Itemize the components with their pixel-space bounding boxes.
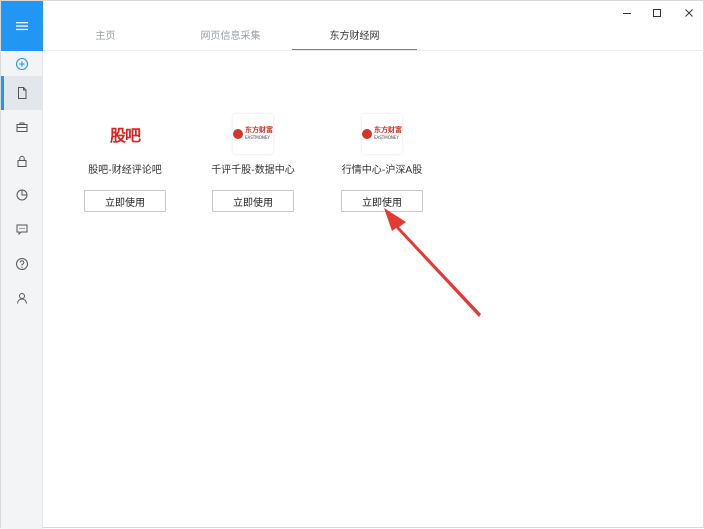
tab-web-collection[interactable]: 网页信息采集 (168, 25, 293, 51)
briefcase-icon (16, 122, 28, 132)
app-card-guba: 股吧 股吧-财经评论吧 立即使用 (70, 113, 180, 213)
guba-logo: 股吧 (104, 113, 146, 155)
use-now-button[interactable]: 立即使用 (84, 190, 166, 212)
sidebar-item-document[interactable] (1, 76, 43, 110)
tab-home[interactable]: 主页 (53, 25, 158, 51)
sidebar-item-chat[interactable] (1, 212, 43, 246)
eastmoney-logo-mark (362, 129, 372, 139)
close-icon (685, 9, 693, 17)
sidebar-item-lock[interactable] (1, 144, 43, 178)
use-now-button[interactable]: 立即使用 (341, 190, 423, 212)
maximize-button[interactable] (646, 5, 668, 21)
maximize-icon (653, 9, 661, 17)
card-name: 行情中心-沪深A股 (341, 165, 423, 176)
minimize-icon (623, 13, 631, 14)
pie-chart-icon (16, 189, 28, 201)
sidebar-item-user[interactable] (1, 281, 43, 315)
user-icon (17, 293, 27, 304)
annotation-arrow (384, 208, 481, 317)
hamburger-icon (16, 22, 28, 31)
document-icon (18, 87, 27, 99)
tab-label: 网页信息采集 (200, 31, 261, 42)
tab-eastmoney[interactable]: 东方财经网 (292, 25, 417, 51)
use-now-button[interactable]: 立即使用 (212, 190, 294, 212)
eastmoney-logo: 东方财富 EASTMONEY (232, 113, 274, 155)
sidebar-item-help[interactable] (1, 247, 43, 281)
logo-text: 东方财富 (245, 126, 273, 134)
tab-label: 东方财经网 (329, 31, 380, 42)
tab-divider (43, 50, 704, 51)
close-button[interactable] (678, 5, 700, 21)
logo-subtext: EASTMONEY (374, 135, 399, 140)
sidebar (1, 1, 43, 529)
help-icon (16, 258, 28, 270)
logo-subtext: EASTMONEY (245, 135, 270, 140)
sidebar-item-briefcase[interactable] (1, 110, 43, 144)
tab-label: 主页 (95, 31, 116, 42)
eastmoney-logo-mark (233, 129, 243, 139)
app-window: 主页 网页信息采集 东方财经网 股吧 股吧-财经评论吧 立即使用 东方财富 EA… (0, 0, 704, 529)
sidebar-item-chart[interactable] (1, 178, 43, 212)
tab-bar: 主页 网页信息采集 东方财经网 (43, 25, 643, 51)
minimize-button[interactable] (616, 5, 638, 21)
guba-logo-text: 股吧 (109, 126, 141, 145)
add-circle-icon (15, 57, 29, 71)
app-card-data-center: 东方财富 EASTMONEY 千评千股-数据中心 立即使用 (198, 113, 308, 213)
card-name: 股吧-财经评论吧 (88, 165, 162, 176)
lock-icon (17, 155, 27, 167)
card-name: 千评千股-数据中心 (211, 165, 295, 176)
logo-text: 东方财富 (374, 126, 402, 134)
app-card-market-center: 东方财富 EASTMONEY 行情中心-沪深A股 立即使用 (327, 113, 437, 213)
eastmoney-logo: 东方财富 EASTMONEY (361, 113, 403, 155)
menu-button[interactable] (1, 1, 43, 51)
chat-icon (16, 224, 28, 236)
